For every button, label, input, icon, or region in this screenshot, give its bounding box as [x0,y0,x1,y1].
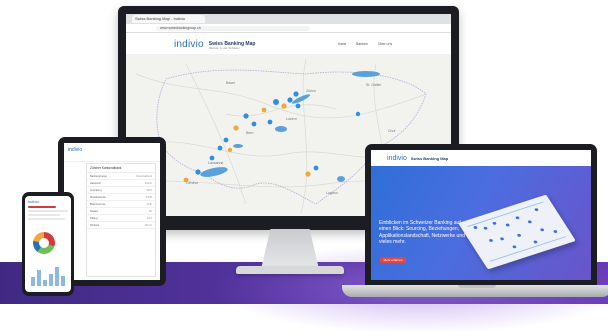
indivio-logo[interactable]: indivio [68,147,160,153]
nav-link-banken[interactable]: Banken [356,42,368,46]
monitor-stand-neck [260,229,320,271]
place-label: Lausanne [208,161,223,165]
bank-marker[interactable] [251,121,257,127]
chart-bar [31,277,35,286]
chart-bar [49,274,53,286]
bar-chart [31,266,65,286]
bank-detail-card: Zürcher Kantonalbank Bankengruppe Kantona… [86,163,156,277]
monitor-stand-base [236,266,344,274]
bank-marker[interactable] [195,169,201,175]
detail-row: Bankengruppe Kantonalbank [87,173,155,180]
text-line [28,210,68,212]
detail-label: Filialen [90,209,99,213]
bank-marker[interactable] [355,111,361,117]
bank-marker[interactable] [261,107,267,113]
donut-chart [33,232,55,254]
text-line [28,214,61,216]
bank-marker[interactable] [313,165,319,171]
place-label: Lugano [326,191,338,195]
header-stripe [28,206,56,208]
detail-label: Rating [90,216,98,220]
detail-value: Zürich [144,181,152,185]
chart-bar [37,270,41,286]
chart-bar [43,280,47,286]
bank-name: Zürcher Kantonalbank [87,164,155,173]
phone-device: indivio [22,192,74,296]
bank-marker[interactable] [217,145,223,151]
bank-marker[interactable] [227,147,233,153]
indivio-logo[interactable]: indivio [28,199,71,204]
browser-tab[interactable]: Swiss Banking Map - Indivio [132,15,205,23]
place-label: Luzern [286,117,297,121]
detail-row: Hauptsitz Zürich [87,180,155,187]
bank-marker[interactable] [305,171,311,177]
nav-link-ueber-uns[interactable]: Über uns [378,42,392,46]
detail-row: Rating AAA [87,215,155,222]
detail-row: Bilanzsumme CHF [87,201,155,208]
detail-value: zkb.ch [144,223,153,227]
bank-markers[interactable] [183,91,361,183]
app-title: Swiss Banking Map [410,155,449,161]
laptop-notch [458,285,496,288]
detail-value: CHF [146,202,152,206]
bank-marker[interactable] [209,155,215,161]
browser-tab-bar: Swiss Banking Map - Indivio [126,14,451,24]
detail-label: Bilanzsumme [90,202,106,206]
phone-screen: indivio [25,196,71,292]
detail-row: Website zkb.ch [87,222,155,229]
hero-section: Einblicken im Schweizer Banking auf eine… [371,166,591,280]
place-label: Chur [388,129,396,133]
indivio-logo[interactable]: indivio [174,39,204,50]
place-label: Zürich [306,89,316,93]
detail-row: Gründung 1870 [87,187,155,194]
bank-marker[interactable] [223,137,229,143]
cta-button[interactable]: Mehr erfahren [380,257,406,263]
app-header: indivio Swiss Banking Map Banken in der … [126,33,451,56]
place-label: Basel [226,81,235,85]
detail-label: Website [90,223,100,227]
tablet-screen: indivio Zürcher Kantonalbank Bankengrupp… [64,143,160,280]
detail-label: Mitarbeitende [90,195,106,199]
laptop-app-header: indivio Swiss Banking Map [371,150,591,167]
bank-marker[interactable] [243,113,249,119]
bank-marker[interactable] [287,97,293,103]
indivio-logo[interactable]: indivio [387,155,407,162]
detail-value: 60 [149,209,152,213]
platform-dots [467,201,567,262]
place-label: Genève [186,181,198,185]
bank-marker[interactable] [233,125,239,131]
hero-text: Einblicken im Schweizer Banking auf eine… [379,220,465,246]
lakes [200,71,380,182]
text-line [28,218,65,220]
detail-value: Kantonalbank [136,174,152,178]
tablet-header: indivio [64,147,160,162]
bank-marker[interactable] [273,99,279,105]
detail-value: 5'200 [145,195,152,199]
bank-marker[interactable] [281,103,287,109]
chart-bar [61,276,65,286]
detail-label: Gründung [90,188,102,192]
bank-marker[interactable] [293,91,299,97]
detail-value: AAA [146,216,152,220]
laptop-screen: indivio Swiss Banking Map Einblicken im … [371,150,591,280]
isometric-map-illustration [458,194,576,270]
place-label: St. Gallen [366,83,381,87]
laptop-device: indivio Swiss Banking Map Einblicken im … [365,144,597,286]
tablet-device: indivio Zürcher Kantonalbank Bankengrupp… [58,137,166,286]
detail-value: 1870 [146,188,152,192]
app-subtitle: Banken in der Schweiz [209,46,240,50]
bank-marker[interactable] [295,103,301,109]
nav-link-karte[interactable]: Karte [338,42,346,46]
browser-address-bar: www.swissbankingmap.ch [126,24,451,33]
bank-marker[interactable] [183,177,189,183]
detail-row: Mitarbeitende 5'200 [87,194,155,201]
detail-label: Bankengruppe [90,174,107,178]
url-field[interactable]: www.swissbankingmap.ch [156,25,310,31]
chart-bar [55,267,59,286]
bank-marker[interactable] [267,119,273,125]
detail-label: Hauptsitz [90,181,101,185]
place-label: Bern [246,131,253,135]
detail-row: Filialen 60 [87,208,155,215]
